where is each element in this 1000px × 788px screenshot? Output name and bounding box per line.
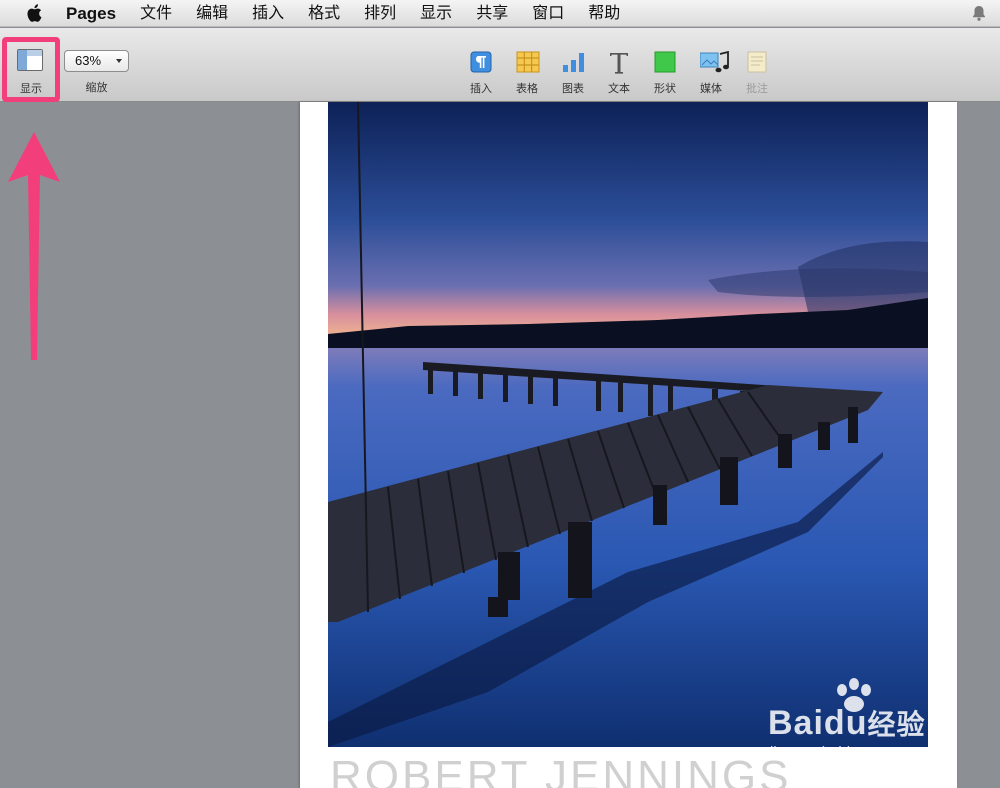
menu-arrange[interactable]: 排列 [364, 0, 396, 27]
table-icon [516, 51, 540, 73]
shape-icon [654, 51, 676, 73]
baidu-watermark: Baidu经验 jingyan.baidu.com [766, 676, 956, 766]
insert-label: 插入 [470, 83, 492, 95]
chart-icon [562, 51, 584, 73]
insert-paragraph-icon [470, 51, 492, 73]
zoom-select[interactable]: 63% [64, 50, 129, 72]
menu-window[interactable]: 窗口 [532, 0, 564, 27]
annotation-arrow-icon [6, 128, 62, 363]
table-label: 表格 [516, 83, 538, 95]
text-button[interactable]: 文本 [599, 47, 639, 107]
menu-share[interactable]: 共享 [476, 0, 508, 27]
comment-button[interactable]: 批注 [737, 47, 777, 107]
zoom-label: 缩放 [85, 82, 108, 94]
menu-view[interactable]: 显示 [420, 0, 452, 27]
menu-help[interactable]: 帮助 [588, 0, 620, 27]
media-button[interactable]: 媒体 [691, 47, 731, 107]
insert-button[interactable]: 插入 [461, 47, 501, 107]
comment-icon [746, 51, 768, 73]
menu-insert[interactable]: 插入 [252, 0, 284, 27]
toolbar: 显示 63% 缩放 插入 表格 图表 文本 形状 媒体 批注 [0, 28, 1000, 102]
zoom-value: 63% [75, 53, 102, 68]
media-icon [699, 50, 729, 73]
apple-menu-icon[interactable] [24, 2, 46, 24]
view-sidebar-icon [17, 49, 43, 71]
menu-bar: Pages 文件 编辑 插入 格式 排列 显示 共享 窗口 帮助 [0, 0, 1000, 27]
table-button[interactable]: 表格 [507, 47, 547, 107]
view-label: 显示 [20, 83, 42, 95]
notification-bell-icon[interactable] [970, 4, 988, 22]
menu-edit[interactable]: 编辑 [196, 0, 228, 27]
pages-window: { "menubar": { "app_name": "Pages", "ite… [0, 0, 1000, 788]
watermark-url: jingyan.baidu.com [770, 744, 891, 761]
comment-label: 批注 [746, 83, 768, 95]
text-label: 文本 [608, 83, 630, 95]
shape-label: 形状 [654, 83, 676, 95]
chart-label: 图表 [562, 83, 584, 95]
shape-button[interactable]: 形状 [645, 47, 685, 107]
media-label: 媒体 [700, 83, 722, 95]
menu-app-name[interactable]: Pages [66, 0, 116, 27]
chart-button[interactable]: 图表 [553, 47, 593, 107]
watermark-text: Baidu经验 [768, 704, 926, 742]
text-icon [608, 51, 630, 74]
menu-format[interactable]: 格式 [308, 0, 340, 27]
view-button[interactable]: 显示 [2, 37, 60, 102]
menu-file[interactable]: 文件 [140, 0, 172, 27]
document-photo[interactable] [328, 102, 928, 747]
chevron-down-icon [116, 59, 122, 63]
